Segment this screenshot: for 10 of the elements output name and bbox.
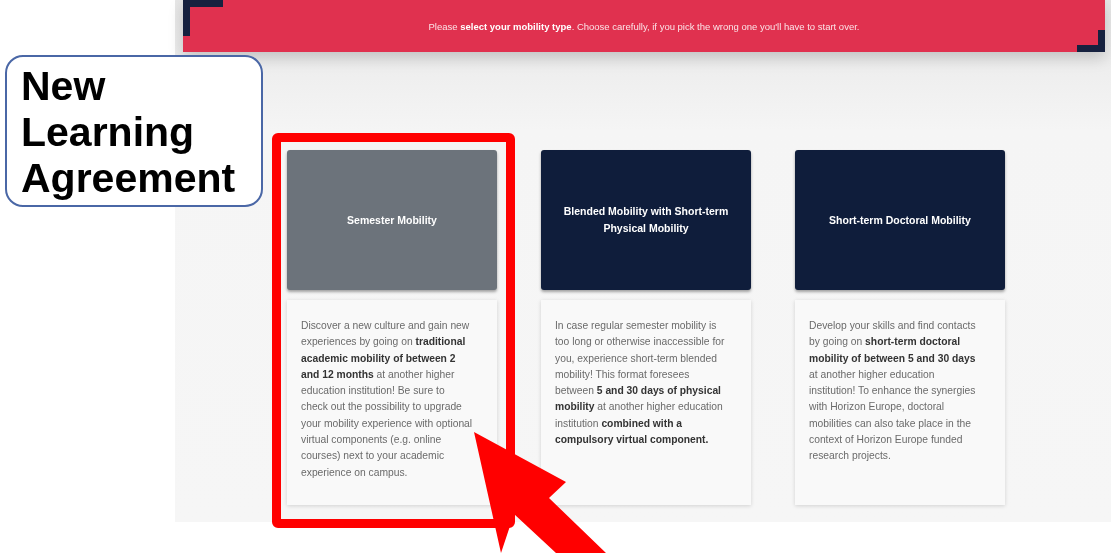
- mobility-description: Develop your skills and find contacts by going on short-term doctoral mobility of between 5 and 30 days at another higher education institution! To enhance the synergies with Horizon Europe, doctoral mobilities can also take place in the context of Horizon Europe funded research projects.: [795, 300, 1005, 505]
- instruction-text: Please select your mobility type. Choose carefully, if you pick the wrong one you'll have to start over.: [428, 20, 860, 32]
- corner-bracket-icon: [1077, 30, 1105, 52]
- mobility-description: In case regular semester mobility is too long or otherwise inaccessible for you, experience short-term blended mobility! This format foresees between 5 and 30 days of physical mobility at another higher education institution combined with a compulsory virtual component.: [541, 300, 751, 505]
- callout-label: New Learning Agreement: [5, 55, 263, 207]
- mobility-type-tile[interactable]: Short-term Doctoral Mobility: [795, 150, 1005, 290]
- mobility-type-tile[interactable]: Semester Mobility: [287, 150, 497, 290]
- mobility-description: Discover a new culture and gain new experiences by going on traditional academic mobility of between 2 and 12 months at another higher education institution! Be sure to check out the possibility to upgrade your mobility experience with optional virtual components (e.g. online courses) next to your academic experience on campus.: [287, 300, 497, 505]
- mobility-type-tile[interactable]: Blended Mobility with Short-term Physical Mobility: [541, 150, 751, 290]
- corner-bracket-icon: [183, 0, 223, 36]
